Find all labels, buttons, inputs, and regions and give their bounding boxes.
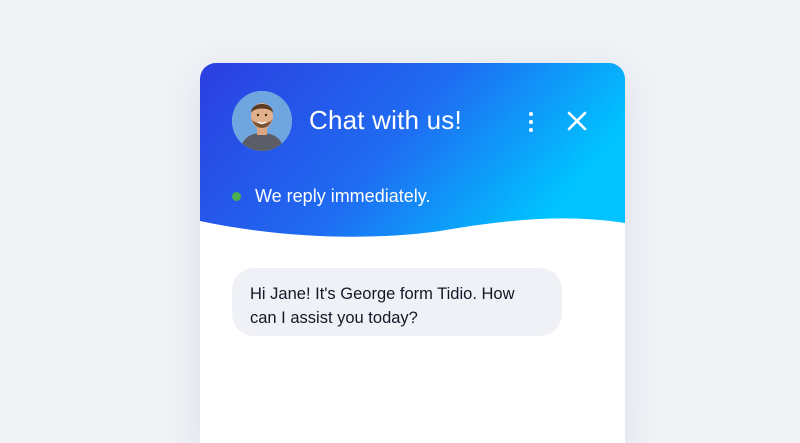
status-row: We reply immediately. bbox=[232, 186, 430, 207]
online-status-dot bbox=[232, 192, 241, 201]
chat-title: Chat with us! bbox=[309, 105, 462, 135]
status-text: We reply immediately. bbox=[255, 186, 431, 206]
close-icon[interactable] bbox=[563, 107, 591, 135]
header-background bbox=[200, 63, 625, 237]
chat-widget: Chat with us! We reply immediately. Hi J… bbox=[200, 63, 625, 443]
chat-header: Chat with us! We reply immediately. bbox=[200, 63, 625, 243]
message-bubble: Hi Jane! It's George form Tidio. How can… bbox=[232, 268, 562, 336]
more-vertical-icon[interactable] bbox=[518, 107, 544, 137]
agent-avatar bbox=[232, 91, 292, 151]
